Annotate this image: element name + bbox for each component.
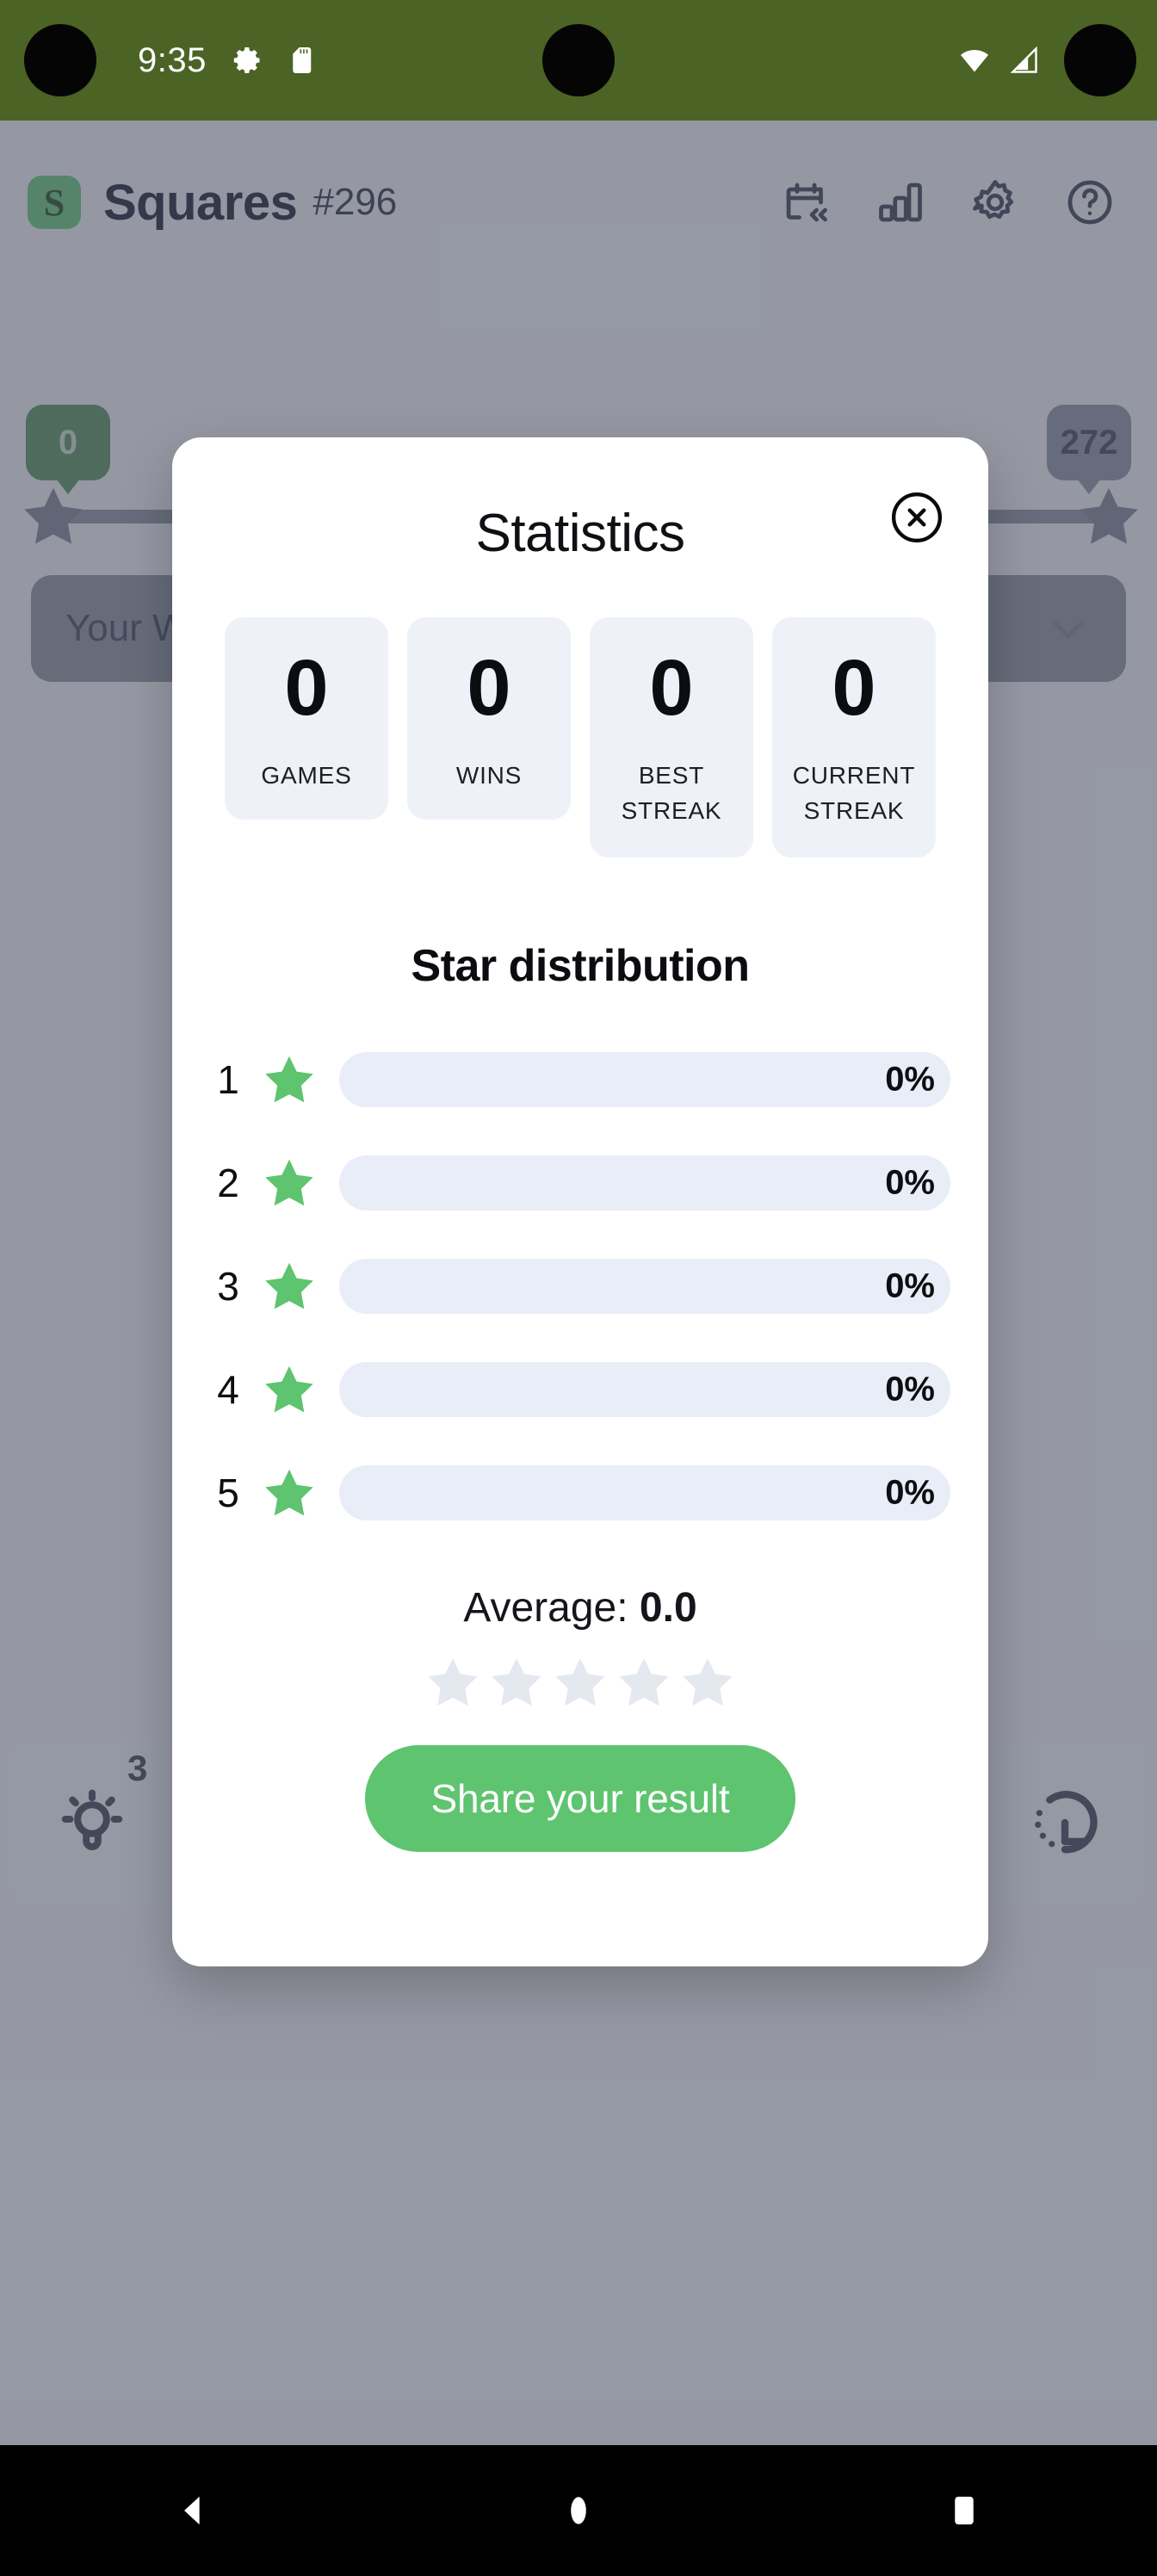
distribution-bar-track: 0%	[339, 1465, 950, 1521]
distribution-row-number: 1	[217, 1057, 239, 1103]
star-distribution-chart: 1 0% 2 0% 3 0% 4 0% 5 0%	[210, 1028, 950, 1545]
stat-value: 0	[832, 644, 876, 732]
camera-cutout-right	[1064, 24, 1136, 96]
star-icon	[488, 1654, 545, 1711]
phone-screen: S Squares #296 0 272 Your W 3 9:35 Stati…	[0, 0, 1157, 2576]
statistics-modal: Statistics 0 GAMES 0 WINS 0 BEST STREAK …	[172, 437, 988, 1966]
stat-value: 0	[467, 644, 511, 732]
distribution-row: 5 0%	[210, 1441, 950, 1545]
home-circle-icon[interactable]	[559, 2491, 598, 2530]
android-status-bar: 9:35	[0, 0, 1157, 121]
star-distribution-title: Star distribution	[411, 941, 750, 992]
stat-card-current-streak: 0 CURRENT STREAK	[772, 617, 936, 858]
average-line: Average: 0.0	[210, 1584, 950, 1632]
cellular-signal-icon	[1009, 45, 1040, 76]
star-icon	[424, 1654, 481, 1711]
close-icon[interactable]	[890, 491, 944, 544]
average-value: 0.0	[639, 1585, 697, 1632]
star-icon	[262, 1155, 317, 1211]
gear-icon	[232, 45, 263, 76]
distribution-percent: 0%	[885, 1163, 935, 1202]
stat-card-wins: 0 WINS	[407, 617, 571, 820]
stat-cards-row: 0 GAMES 0 WINS 0 BEST STREAK 0 CURRENT S…	[210, 617, 950, 858]
share-result-button[interactable]: Share your result	[365, 1745, 795, 1853]
star-icon	[262, 1052, 317, 1107]
distribution-percent: 0%	[885, 1370, 935, 1409]
wifi-icon	[959, 45, 990, 76]
star-icon	[679, 1654, 736, 1711]
android-navigation-bar	[0, 2445, 1157, 2576]
stat-card-best-streak: 0 BEST STREAK	[590, 617, 753, 858]
recents-square-icon[interactable]	[944, 2491, 984, 2530]
distribution-percent: 0%	[885, 1473, 935, 1512]
distribution-row: 4 0%	[210, 1338, 950, 1441]
distribution-row-number: 2	[217, 1161, 239, 1206]
stat-value: 0	[649, 644, 694, 732]
distribution-row-number: 3	[217, 1264, 239, 1310]
star-icon	[552, 1654, 609, 1711]
stat-card-games: 0 GAMES	[225, 617, 388, 820]
sd-card-icon	[286, 45, 317, 76]
distribution-row-number: 5	[217, 1471, 239, 1516]
distribution-row: 2 0%	[210, 1131, 950, 1235]
camera-cutout-left	[24, 24, 96, 96]
stat-label: GAMES	[261, 762, 352, 789]
star-icon	[616, 1654, 672, 1711]
average-star-rating	[210, 1654, 950, 1711]
stat-label: CURRENT STREAK	[792, 762, 916, 824]
distribution-bar-track: 0%	[339, 1155, 950, 1211]
star-icon	[262, 1259, 317, 1314]
status-bar-left-icons	[232, 45, 317, 76]
distribution-bar-track: 0%	[339, 1362, 950, 1418]
distribution-row: 3 0%	[210, 1235, 950, 1338]
distribution-percent: 0%	[885, 1266, 935, 1305]
distribution-row-number: 4	[217, 1367, 239, 1413]
stat-label: BEST STREAK	[621, 762, 722, 824]
average-label: Average:	[463, 1585, 640, 1632]
stat-label: WINS	[455, 762, 523, 789]
distribution-bar-track: 0%	[339, 1259, 950, 1315]
status-bar-clock: 9:35	[138, 40, 207, 79]
distribution-bar-track: 0%	[339, 1052, 950, 1108]
modal-title: Statistics	[475, 504, 685, 563]
stat-value: 0	[284, 644, 329, 732]
distribution-row: 1 0%	[210, 1028, 950, 1131]
star-icon	[262, 1465, 317, 1520]
camera-cutout-center	[542, 24, 615, 96]
back-triangle-icon[interactable]	[173, 2491, 213, 2530]
star-icon	[262, 1362, 317, 1417]
distribution-percent: 0%	[885, 1060, 935, 1099]
